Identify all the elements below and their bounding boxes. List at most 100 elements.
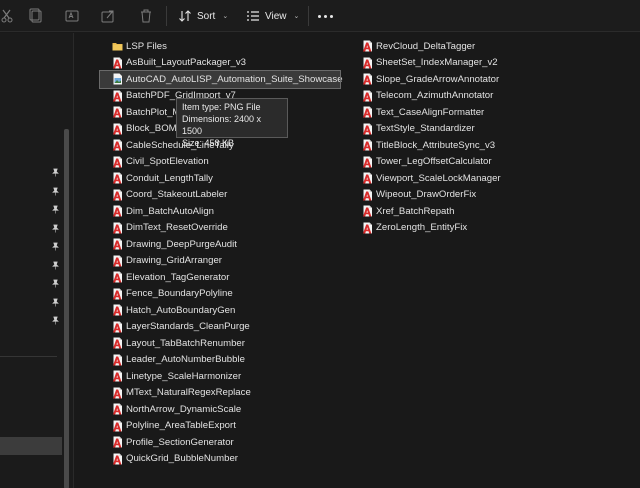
file-item[interactable]: Elevation_TagGenerator bbox=[100, 269, 340, 286]
tooltip-item-type: Item type: PNG File bbox=[182, 102, 261, 112]
file-name: Slope_GradeArrowAnnotator bbox=[376, 73, 500, 85]
file-item[interactable]: Dim_BatchAutoAlign bbox=[100, 203, 340, 220]
autocad-lsp-icon bbox=[112, 288, 123, 300]
autocad-lsp-icon bbox=[112, 189, 123, 201]
pin-icon[interactable] bbox=[51, 168, 60, 177]
sort-button[interactable]: Sort ⌄ bbox=[178, 6, 228, 26]
file-item[interactable]: TextStyle_Standardizer bbox=[350, 121, 530, 138]
file-item[interactable]: LayerStandards_CleanPurge bbox=[100, 319, 340, 336]
autocad-lsp-icon bbox=[362, 139, 373, 151]
file-item[interactable]: QuickGrid_BubbleNumber bbox=[100, 451, 340, 468]
pin-icon[interactable] bbox=[51, 279, 60, 288]
file-item[interactable]: AutoCAD_AutoLISP_Automation_Suite_Showca… bbox=[99, 70, 343, 89]
file-name: Tower_LegOffsetCalculator bbox=[376, 156, 492, 168]
file-item[interactable]: Coord_StakeoutLabeler bbox=[100, 187, 340, 204]
autocad-lsp-icon bbox=[362, 57, 373, 69]
file-item[interactable]: Civil_SpotElevation bbox=[100, 154, 340, 171]
file-item[interactable]: Drawing_DeepPurgeAudit bbox=[100, 236, 340, 253]
file-item[interactable]: Drawing_GridArranger bbox=[100, 253, 340, 270]
pin-icon[interactable] bbox=[51, 298, 60, 307]
file-item[interactable]: Slope_GradeArrowAnnotator bbox=[350, 71, 530, 88]
file-item[interactable]: TitleBlock_AttributeSync_v3 bbox=[350, 137, 530, 154]
file-name: Conduit_LengthTally bbox=[126, 172, 213, 184]
file-item[interactable]: LSP Files bbox=[100, 38, 340, 55]
file-item[interactable]: Profile_SectionGenerator bbox=[100, 434, 340, 451]
file-item[interactable]: Hatch_AutoBoundaryGen bbox=[100, 302, 340, 319]
pin-icon[interactable] bbox=[51, 187, 60, 196]
file-item[interactable]: SheetSet_IndexManager_v2 bbox=[350, 55, 530, 72]
file-name: LayerStandards_CleanPurge bbox=[126, 321, 250, 333]
file-item[interactable]: Layout_TabBatchRenumber bbox=[100, 335, 340, 352]
file-item[interactable]: Tower_LegOffsetCalculator bbox=[350, 154, 530, 171]
file-name: BatchPlot_M bbox=[126, 106, 181, 118]
file-name: Profile_SectionGenerator bbox=[126, 436, 234, 448]
autocad-lsp-icon bbox=[362, 73, 373, 85]
more-options-button[interactable] bbox=[318, 8, 333, 24]
autocad-lsp-icon bbox=[362, 40, 373, 52]
file-name: QuickGrid_BubbleNumber bbox=[126, 453, 238, 465]
tooltip-size: Size: 458 KB bbox=[182, 138, 235, 148]
file-item[interactable]: RevCloud_DeltaTagger bbox=[350, 38, 530, 55]
file-name: Elevation_TagGenerator bbox=[126, 271, 230, 283]
file-item[interactable]: Text_CaseAlignFormatter bbox=[350, 104, 530, 121]
nav-scrollbar[interactable] bbox=[64, 129, 69, 488]
file-item[interactable]: Xref_BatchRepath bbox=[350, 203, 530, 220]
file-name: TitleBlock_AttributeSync_v3 bbox=[376, 139, 496, 151]
view-button[interactable]: View ⌄ bbox=[246, 6, 299, 26]
file-item[interactable]: Polyline_AreaTableExport bbox=[100, 418, 340, 435]
pin-icon[interactable] bbox=[51, 242, 60, 251]
chevron-down-icon: ⌄ bbox=[293, 13, 300, 20]
autocad-lsp-icon bbox=[362, 222, 373, 234]
autocad-lsp-icon bbox=[362, 106, 373, 118]
autocad-lsp-icon bbox=[112, 106, 123, 118]
nav-selected-item[interactable] bbox=[0, 437, 62, 455]
file-name: Drawing_DeepPurgeAudit bbox=[126, 238, 237, 250]
file-name: Telecom_AzimuthAnnotator bbox=[376, 90, 494, 102]
file-item[interactable]: Wipeout_DrawOrderFix bbox=[350, 187, 530, 204]
file-item[interactable]: NorthArrow_DynamicScale bbox=[100, 401, 340, 418]
file-item[interactable]: Conduit_LengthTally bbox=[100, 170, 340, 187]
file-name: Viewport_ScaleLockManager bbox=[376, 172, 501, 184]
copy-icon[interactable] bbox=[28, 8, 44, 24]
file-item[interactable]: Linetype_ScaleHarmonizer bbox=[100, 368, 340, 385]
autocad-lsp-icon bbox=[112, 255, 123, 267]
file-item[interactable]: MText_NaturalRegexReplace bbox=[100, 385, 340, 402]
file-item[interactable]: Leader_AutoNumberBubble bbox=[100, 352, 340, 369]
autocad-lsp-icon bbox=[112, 238, 123, 250]
pin-icon[interactable] bbox=[51, 205, 60, 214]
file-name: TextStyle_Standardizer bbox=[376, 123, 475, 135]
autocad-lsp-icon bbox=[112, 156, 123, 168]
toolbar-separator bbox=[308, 6, 309, 26]
pin-icon[interactable] bbox=[51, 224, 60, 233]
nav-divider bbox=[0, 356, 57, 357]
file-name: AsBuilt_LayoutPackager_v3 bbox=[126, 57, 246, 69]
rename-icon[interactable] bbox=[64, 8, 80, 24]
autocad-lsp-icon bbox=[112, 453, 123, 465]
file-name: Text_CaseAlignFormatter bbox=[376, 106, 485, 118]
autocad-lsp-icon bbox=[112, 222, 123, 234]
toolbar-separator bbox=[166, 6, 167, 26]
delete-icon[interactable] bbox=[138, 8, 154, 24]
file-name: SheetSet_IndexManager_v2 bbox=[376, 57, 498, 69]
autocad-lsp-icon bbox=[112, 205, 123, 217]
file-item[interactable]: Viewport_ScaleLockManager bbox=[350, 170, 530, 187]
autocad-lsp-icon bbox=[112, 354, 123, 366]
file-item[interactable]: ZeroLength_EntityFix bbox=[350, 220, 530, 237]
file-name: Dim_BatchAutoAlign bbox=[126, 205, 214, 217]
autocad-lsp-icon bbox=[112, 403, 123, 415]
share-icon[interactable] bbox=[100, 8, 116, 24]
file-name: ZeroLength_EntityFix bbox=[376, 222, 468, 234]
file-item[interactable]: DimText_ResetOverride bbox=[100, 220, 340, 237]
file-item[interactable]: Fence_BoundaryPolyline bbox=[100, 286, 340, 303]
file-item[interactable]: AsBuilt_LayoutPackager_v3 bbox=[100, 55, 340, 72]
file-name: Block_BOM_ bbox=[126, 123, 182, 135]
pin-icon[interactable] bbox=[51, 316, 60, 325]
file-item[interactable]: Telecom_AzimuthAnnotator bbox=[350, 88, 530, 105]
cut-icon[interactable] bbox=[0, 8, 16, 24]
pin-icon[interactable] bbox=[51, 261, 60, 270]
view-list-icon bbox=[247, 11, 259, 21]
file-name: AutoCAD_AutoLISP_Automation_Suite_Showca… bbox=[126, 73, 343, 85]
sort-label: Sort bbox=[197, 10, 216, 22]
sort-icon bbox=[179, 10, 191, 22]
file-name: MText_NaturalRegexReplace bbox=[126, 387, 251, 399]
